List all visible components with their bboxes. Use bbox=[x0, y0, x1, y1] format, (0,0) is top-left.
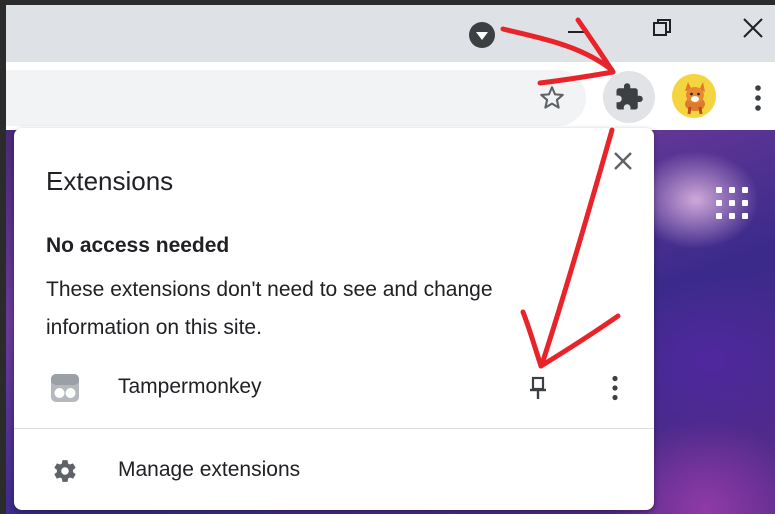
chrome-menu-button[interactable] bbox=[746, 80, 770, 116]
corgi-avatar-icon bbox=[672, 74, 716, 118]
section-heading: No access needed bbox=[46, 234, 230, 257]
kebab-icon bbox=[755, 85, 761, 111]
kebab-icon bbox=[612, 375, 618, 401]
maximize-button[interactable] bbox=[639, 5, 685, 51]
extension-row-tampermonkey[interactable]: Tampermonkey bbox=[14, 360, 654, 416]
apps-grid-icon[interactable] bbox=[715, 186, 749, 220]
gear-icon bbox=[54, 460, 76, 482]
manage-extensions-label: Manage extensions bbox=[118, 458, 301, 481]
popup-title: Extensions bbox=[46, 166, 174, 196]
restore-icon bbox=[653, 19, 671, 36]
address-bar[interactable] bbox=[6, 70, 586, 126]
profile-avatar[interactable] bbox=[672, 74, 716, 118]
close-icon bbox=[743, 18, 763, 38]
minimize-icon bbox=[568, 31, 584, 33]
manage-extensions-button[interactable]: Manage extensions bbox=[14, 444, 654, 498]
popup-close-button[interactable] bbox=[606, 144, 640, 178]
extensions-button[interactable] bbox=[603, 71, 655, 123]
star-icon bbox=[540, 86, 564, 109]
extensions-popup: Extensions No access needed These extens… bbox=[14, 128, 654, 510]
title-bar bbox=[6, 5, 775, 62]
puzzle-icon bbox=[616, 83, 643, 110]
pin-extension-button[interactable] bbox=[520, 370, 556, 406]
profile-dropdown-button[interactable] bbox=[466, 19, 498, 51]
minimize-button[interactable] bbox=[553, 5, 599, 51]
divider bbox=[14, 428, 654, 429]
tampermonkey-icon bbox=[51, 374, 79, 402]
toolbar bbox=[6, 62, 775, 130]
chevron-down-circle-icon bbox=[469, 22, 495, 48]
section-description: These extensions don't need to see and c… bbox=[46, 278, 493, 339]
close-window-button[interactable] bbox=[730, 5, 775, 51]
close-icon bbox=[614, 152, 632, 170]
extension-name: Tampermonkey bbox=[118, 375, 262, 398]
bookmark-star-button[interactable] bbox=[532, 78, 572, 118]
extension-menu-button[interactable] bbox=[600, 370, 630, 406]
browser-screenshot: Extensions No access needed These extens… bbox=[0, 0, 775, 514]
pin-icon bbox=[530, 376, 546, 399]
